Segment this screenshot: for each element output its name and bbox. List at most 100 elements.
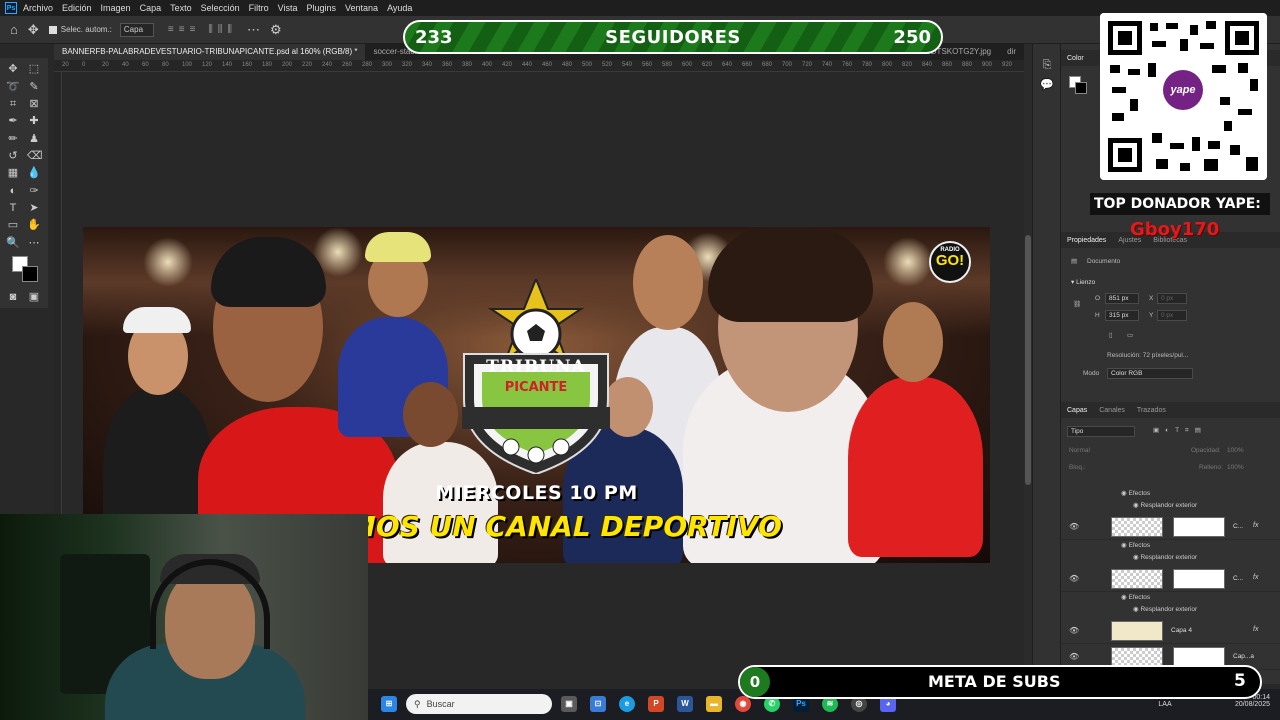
- tab-color[interactable]: Color: [1061, 55, 1090, 62]
- layer-filter-select[interactable]: Tipo: [1067, 426, 1135, 437]
- move-tool-icon[interactable]: ✥: [28, 22, 39, 38]
- ruler-tick-label: 580: [662, 62, 673, 68]
- quick-select-tool-icon[interactable]: ✎: [27, 80, 41, 94]
- clone-stamp-tool-icon[interactable]: ♟: [27, 132, 41, 146]
- layer-row[interactable]: 👁 C... fx: [1061, 566, 1280, 592]
- background-color-swatch[interactable]: [22, 266, 38, 282]
- menu-capa[interactable]: Capa: [140, 3, 162, 13]
- athlete-head: [883, 302, 943, 382]
- menu-edicion[interactable]: Edición: [62, 3, 92, 13]
- edge-icon[interactable]: e: [619, 696, 635, 712]
- windows-start-icon[interactable]: ⊞: [381, 696, 397, 712]
- fill-value[interactable]: 100%: [1227, 464, 1244, 471]
- menu-vista[interactable]: Vista: [278, 3, 298, 13]
- orientation-landscape-icon[interactable]: ▭: [1127, 331, 1133, 339]
- menu-seleccion[interactable]: Selección: [201, 3, 240, 13]
- pen-tool-icon[interactable]: ✑: [27, 184, 41, 198]
- lasso-tool-icon[interactable]: ➰: [6, 80, 20, 94]
- link-icon[interactable]: ⛓: [1073, 300, 1081, 308]
- menu-ayuda[interactable]: Ayuda: [387, 3, 412, 13]
- ruler-tick-label: 220: [302, 62, 313, 68]
- auto-select-checkbox[interactable]: [48, 25, 57, 34]
- home-icon[interactable]: ⌂: [10, 22, 18, 37]
- blend-mode-select[interactable]: Normal: [1069, 447, 1090, 454]
- tab-banner-psd[interactable]: BANNERFB-PALABRADEVESTUARIO-TRIBUNAPICAN…: [54, 44, 366, 60]
- align-icons[interactable]: ≡≡≡ ⫼⫼⫼: [168, 24, 237, 35]
- healing-brush-tool-icon[interactable]: ✚: [27, 114, 41, 128]
- layer-filter-icons[interactable]: ▣◐T⌗▤: [1153, 426, 1207, 435]
- crest-title: TRIBUNA: [486, 357, 586, 377]
- mode-select[interactable]: Color RGB: [1107, 368, 1193, 379]
- task-view-icon[interactable]: ▣: [561, 696, 577, 712]
- menu-ventana[interactable]: Ventana: [345, 3, 378, 13]
- screen-mode-icon[interactable]: ▣: [27, 290, 41, 304]
- eraser-tool-icon[interactable]: ⌫: [27, 149, 43, 163]
- quick-mask-icon[interactable]: ◙: [6, 290, 20, 304]
- marquee-tool-icon[interactable]: ⬚: [27, 62, 41, 76]
- gear-icon[interactable]: ⚙: [270, 22, 282, 38]
- menu-texto[interactable]: Texto: [170, 3, 192, 13]
- outer-glow-row[interactable]: ◉ Resplandor exterior: [1133, 553, 1197, 561]
- eye-icon[interactable]: 👁: [1069, 522, 1079, 531]
- tab-capas[interactable]: Capas: [1061, 407, 1093, 414]
- word-icon[interactable]: W: [677, 696, 693, 712]
- comments-icon[interactable]: 💬: [1040, 78, 1054, 92]
- ruler-tick-label: 120: [202, 62, 213, 68]
- width-input[interactable]: 851 px: [1105, 293, 1139, 304]
- chrome-icon[interactable]: ◉: [735, 696, 751, 712]
- menu-imagen[interactable]: Imagen: [101, 3, 131, 13]
- zoom-tool-icon[interactable]: 🔍: [6, 236, 20, 250]
- crop-tool-icon[interactable]: ⌗: [6, 97, 20, 111]
- banner-canvas[interactable]: TRIBUNA PICANTE RADIO GO! MIERCOLES 10 P…: [83, 227, 990, 563]
- store-icon[interactable]: ⊡: [590, 696, 606, 712]
- powerpoint-icon[interactable]: P: [648, 696, 664, 712]
- frame-tool-icon[interactable]: ⊠: [27, 97, 41, 111]
- ruler-tick-label: 660: [742, 62, 753, 68]
- eye-icon[interactable]: 👁: [1069, 626, 1079, 635]
- height-input[interactable]: 315 px: [1105, 310, 1139, 321]
- type-tool-icon[interactable]: T: [6, 201, 20, 215]
- tab-canales[interactable]: Canales: [1093, 407, 1131, 414]
- outer-glow-row[interactable]: ◉ Resplandor exterior: [1133, 605, 1197, 613]
- effects-row[interactable]: ◉ Efectos: [1121, 541, 1150, 549]
- x-input[interactable]: 0 px: [1157, 293, 1187, 304]
- tab-trazados[interactable]: Trazados: [1131, 407, 1172, 414]
- color-bg-swatch[interactable]: [1075, 82, 1087, 94]
- menu-filtro[interactable]: Filtro: [249, 3, 269, 13]
- history-brush-tool-icon[interactable]: ↺: [6, 149, 20, 163]
- file-explorer-icon[interactable]: ▬: [706, 696, 722, 712]
- dodge-tool-icon[interactable]: ◐: [6, 184, 20, 198]
- menu-plugins[interactable]: Plugins: [307, 3, 337, 13]
- layer-row[interactable]: 👁 Capa 4 fx: [1061, 618, 1280, 644]
- taskbar-search-box[interactable]: ⚲ Buscar: [406, 694, 552, 714]
- fx-icon[interactable]: fx: [1253, 574, 1258, 581]
- tab-propiedades[interactable]: Propiedades: [1061, 237, 1112, 244]
- more-tools-icon[interactable]: ⋯: [27, 236, 41, 250]
- move-tool-icon[interactable]: ✥: [6, 62, 20, 76]
- auto-select-dropdown[interactable]: Capa: [119, 22, 154, 37]
- gradient-tool-icon[interactable]: ▦: [6, 166, 20, 180]
- more-options-icon[interactable]: ⋯: [247, 22, 260, 38]
- top-donor-label: TOP DONADOR YAPE:: [1094, 196, 1261, 212]
- eye-icon[interactable]: 👁: [1069, 652, 1079, 661]
- orientation-portrait-icon[interactable]: ▯: [1109, 331, 1113, 339]
- opacity-value[interactable]: 100%: [1227, 447, 1244, 454]
- brush-tool-icon[interactable]: ✏: [6, 132, 20, 146]
- history-icon[interactable]: ⎘: [1040, 58, 1054, 72]
- tab-dir[interactable]: dir: [999, 44, 1024, 60]
- blur-tool-icon[interactable]: 💧: [27, 166, 41, 180]
- fx-icon[interactable]: fx: [1253, 626, 1258, 633]
- hand-tool-icon[interactable]: ✋: [27, 218, 41, 232]
- y-input[interactable]: 0 px: [1157, 310, 1187, 321]
- vertical-scrollbar-thumb[interactable]: [1025, 235, 1031, 485]
- rectangle-tool-icon[interactable]: ▭: [6, 218, 20, 232]
- path-select-tool-icon[interactable]: ➤: [27, 201, 41, 215]
- menu-archivo[interactable]: Archivo: [23, 3, 53, 13]
- fx-icon[interactable]: fx: [1253, 522, 1258, 529]
- eye-icon[interactable]: 👁: [1069, 574, 1079, 583]
- layer-row[interactable]: 👁 C... fx: [1061, 514, 1280, 540]
- eyedropper-tool-icon[interactable]: ✒: [6, 114, 20, 128]
- effects-row[interactable]: ◉ Efectos: [1121, 593, 1150, 601]
- outer-glow-row[interactable]: ◉ Resplandor exterior: [1133, 501, 1197, 509]
- effects-row[interactable]: ◉ Efectos: [1121, 489, 1150, 497]
